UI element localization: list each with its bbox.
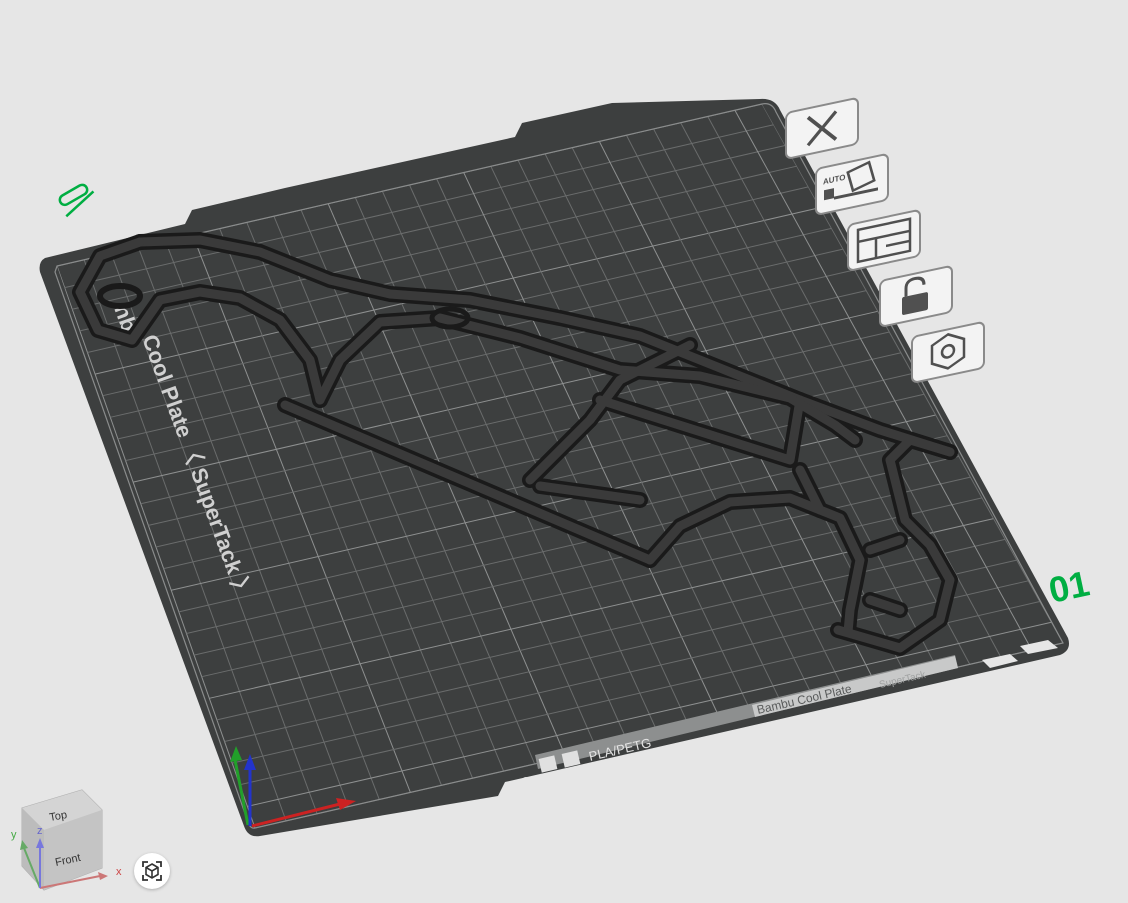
plate-settings-button[interactable]	[911, 321, 985, 383]
axis-x-label: x	[116, 866, 122, 878]
pencil-icon[interactable]	[56, 181, 97, 218]
arrange-button[interactable]	[847, 209, 921, 271]
delete-plate-button[interactable]	[785, 97, 859, 159]
axis-y-label: y	[11, 829, 17, 841]
3d-viewport[interactable]: nb Cool Plate 〈 SuperTack 〉 PLA/PETG Bam…	[0, 0, 1128, 898]
navigation-cube[interactable]: Top Front x y z	[0, 780, 135, 898]
lock-button[interactable]	[879, 265, 953, 327]
plate-hole	[522, 777, 530, 785]
view-reset-button[interactable]	[134, 853, 170, 889]
auto-orient-button[interactable]: AUTO	[815, 153, 889, 215]
cube-view-icon	[142, 861, 162, 881]
axis-z-label: z	[37, 825, 43, 837]
plate-number[interactable]: 01	[1045, 562, 1093, 610]
